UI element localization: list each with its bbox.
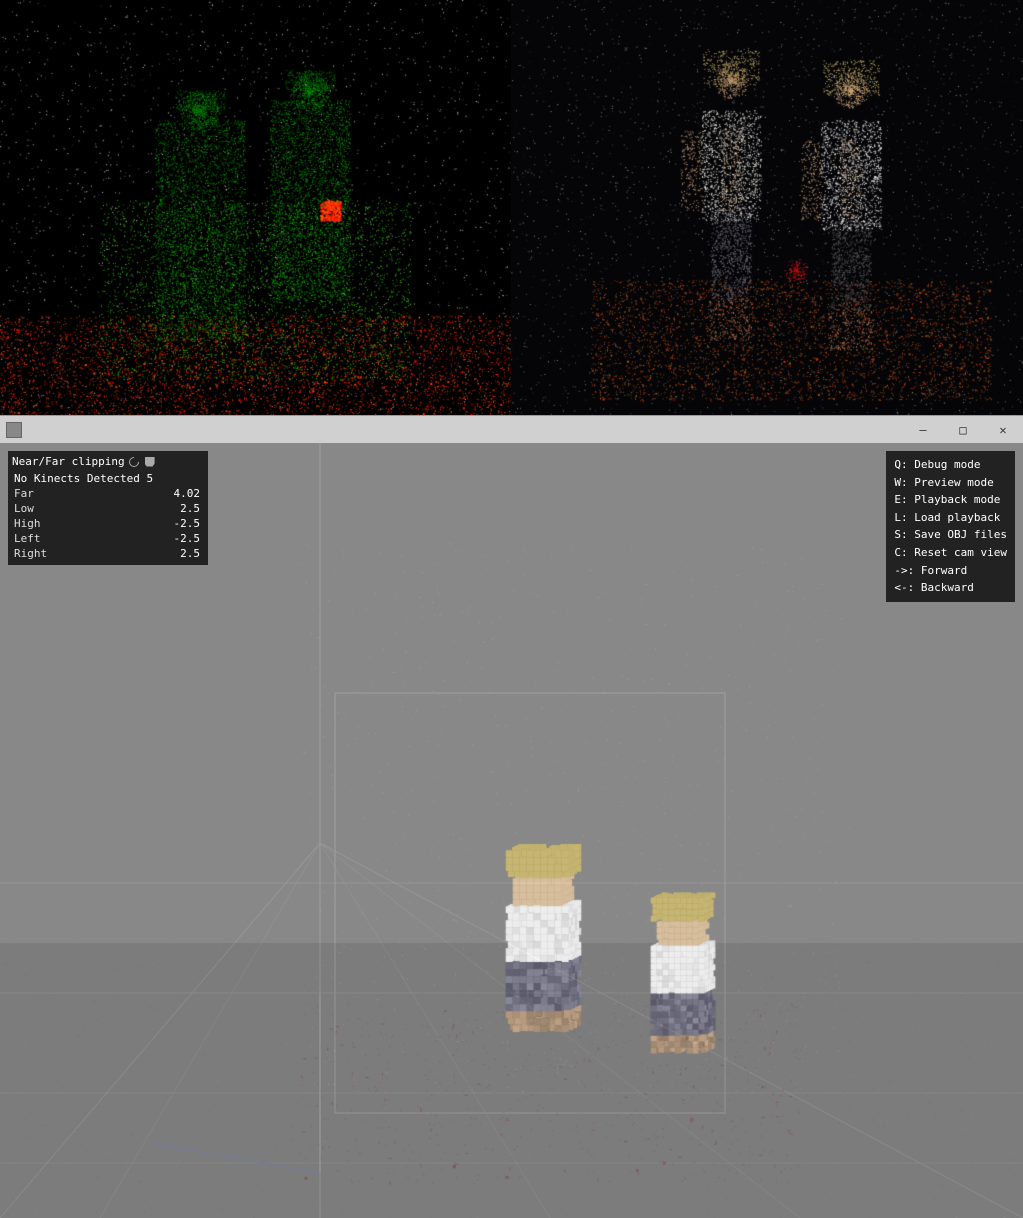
left-label: Left bbox=[14, 532, 54, 545]
hint-s: S: Save OBJ files bbox=[894, 526, 1007, 544]
hint-e: E: Playback mode bbox=[894, 491, 1007, 509]
hint-forward: ->: Forward bbox=[894, 562, 1007, 580]
hint-backward: <-: Backward bbox=[894, 579, 1007, 597]
rgb-view bbox=[511, 0, 1023, 415]
control-panel: Near/Far clipping No Kinects Detected 5 … bbox=[8, 451, 208, 565]
hint-l: L: Load playback bbox=[894, 509, 1007, 527]
bottom-section: — □ ✕ bbox=[0, 415, 1023, 1218]
right-row: Right bbox=[12, 546, 204, 561]
low-input[interactable] bbox=[142, 502, 202, 515]
high-label: High bbox=[14, 517, 54, 530]
hint-c: C: Reset cam view bbox=[894, 544, 1007, 562]
high-input[interactable] bbox=[142, 517, 202, 530]
right-input[interactable] bbox=[142, 547, 202, 560]
save-icon bbox=[145, 457, 155, 467]
window-icon bbox=[6, 422, 22, 438]
key-hints: Q: Debug mode W: Preview mode E: Playbac… bbox=[886, 451, 1015, 602]
depth-view bbox=[0, 0, 511, 415]
kinect-status-row: No Kinects Detected 5 bbox=[12, 471, 204, 486]
viewport-3d[interactable]: Near/Far clipping No Kinects Detected 5 … bbox=[0, 443, 1023, 1218]
rgb-canvas bbox=[511, 0, 1023, 415]
close-button[interactable]: ✕ bbox=[983, 416, 1023, 444]
minimize-button[interactable]: — bbox=[903, 416, 943, 444]
maximize-button[interactable]: □ bbox=[943, 416, 983, 444]
far-input[interactable] bbox=[142, 487, 202, 500]
panel-header: Near/Far clipping bbox=[12, 455, 204, 468]
title-bar: — □ ✕ bbox=[0, 415, 1023, 443]
hint-w: W: Preview mode bbox=[894, 474, 1007, 492]
refresh-icon bbox=[127, 454, 141, 468]
panel-title: Near/Far clipping bbox=[12, 455, 125, 468]
depth-canvas bbox=[0, 0, 511, 415]
left-input[interactable] bbox=[142, 532, 202, 545]
window-controls: — □ ✕ bbox=[903, 416, 1023, 444]
kinect-status: No Kinects Detected 5 bbox=[14, 472, 153, 485]
top-section bbox=[0, 0, 1023, 415]
hint-q: Q: Debug mode bbox=[894, 456, 1007, 474]
far-row: Far bbox=[12, 486, 204, 501]
high-row: High bbox=[12, 516, 204, 531]
low-label: Low bbox=[14, 502, 54, 515]
right-label: Right bbox=[14, 547, 54, 560]
far-label: Far bbox=[14, 487, 54, 500]
left-row: Left bbox=[12, 531, 204, 546]
low-row: Low bbox=[12, 501, 204, 516]
